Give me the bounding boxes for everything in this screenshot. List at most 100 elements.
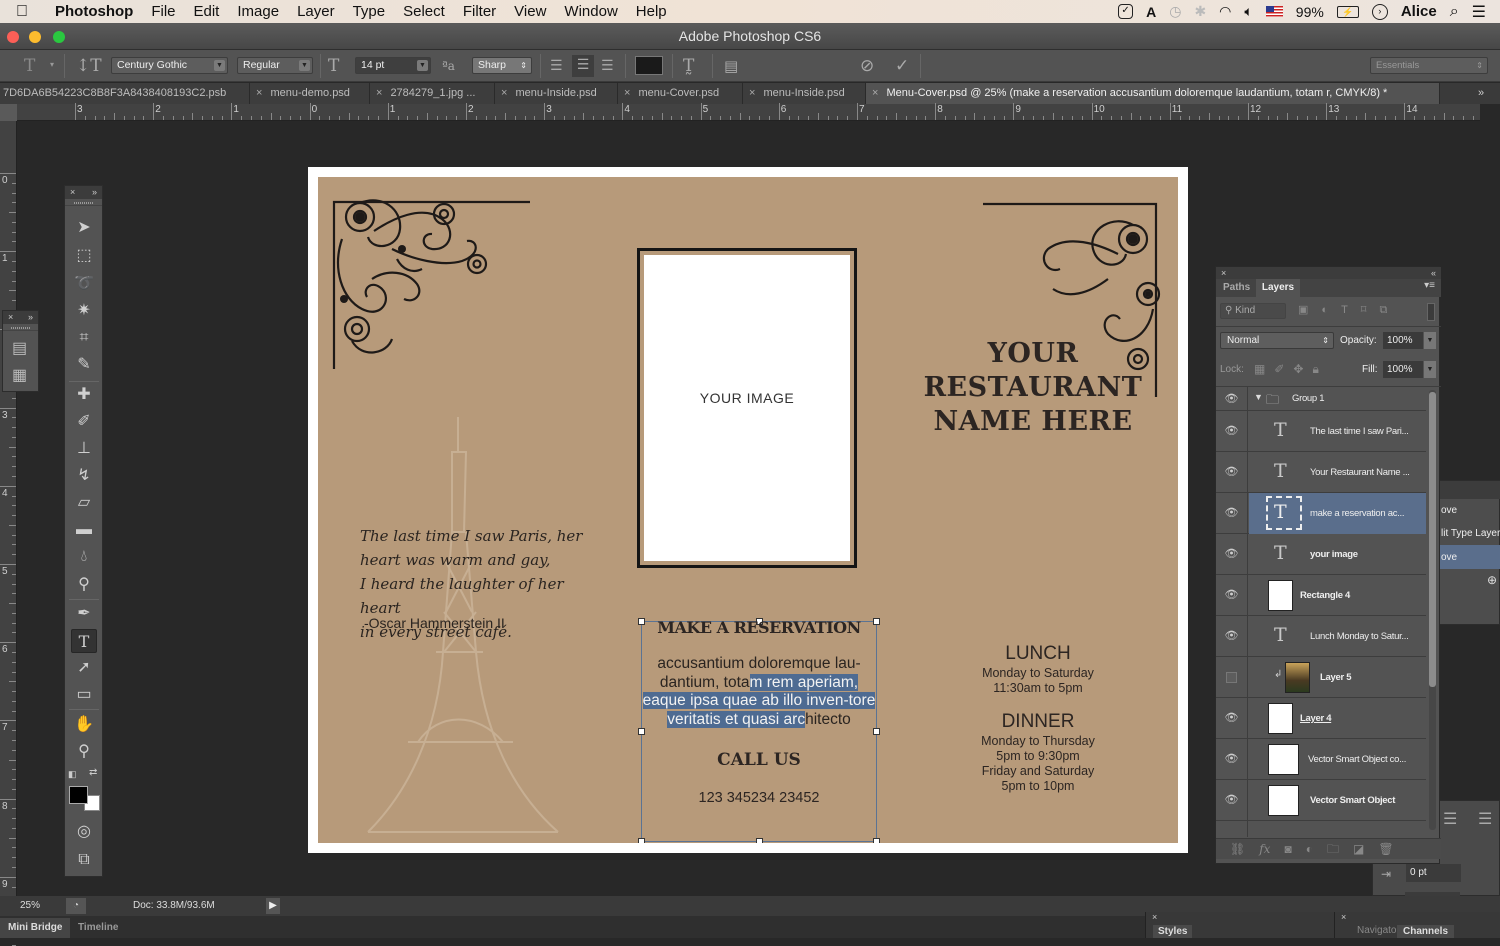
tab-menu-inside-2[interactable]: × menu-Inside.psd bbox=[743, 83, 866, 104]
align-right-icon[interactable]: ☰ bbox=[601, 56, 614, 76]
tab-mini-bridge[interactable]: Mini Bridge bbox=[0, 918, 71, 938]
minimize-window-button[interactable] bbox=[29, 31, 41, 43]
lock-image-icon[interactable]: ✐ bbox=[1274, 362, 1293, 376]
layer-style-fx-icon[interactable]: fx bbox=[1259, 839, 1270, 859]
tab-menu-demo[interactable]: × menu-demo.psd bbox=[250, 83, 370, 104]
foreground-color-swatch[interactable] bbox=[69, 786, 88, 804]
filter-pixel-icon[interactable]: ▣ bbox=[1298, 304, 1321, 316]
close-tab-icon[interactable]: × bbox=[872, 87, 878, 99]
workspace-select[interactable]: Essentials ⇕ bbox=[1370, 57, 1488, 74]
rectangle-tool-icon[interactable]: ▭ bbox=[71, 683, 97, 707]
time-machine-icon[interactable]: ◷ bbox=[1169, 3, 1181, 20]
horizontal-ruler[interactable]: 3 2 1 0 1 2 3 4 5 6 7 8 9 10 11 12 13 14 bbox=[0, 103, 1480, 121]
font-family-select[interactable]: Century Gothic ▼ bbox=[111, 57, 228, 74]
filter-adjustment-icon[interactable]: ◐ bbox=[1321, 304, 1341, 316]
delete-layer-icon[interactable]: 🗑︎ bbox=[1378, 839, 1393, 859]
menu-type[interactable]: Type bbox=[344, 3, 395, 20]
menu-select[interactable]: Select bbox=[394, 3, 454, 20]
layer-row[interactable]: 👁︎ Tyour image bbox=[1216, 534, 1426, 575]
visibility-eye-icon[interactable]: 👁︎ bbox=[1216, 698, 1248, 739]
new-layer-icon[interactable]: ◪ bbox=[1353, 839, 1364, 859]
layer-row[interactable]: 👁︎ Layer 4 bbox=[1216, 698, 1426, 739]
resize-handle[interactable] bbox=[873, 838, 880, 843]
reservation-text[interactable]: accusantium doloremque lau-dantium, tota… bbox=[641, 655, 877, 729]
user-name[interactable]: Alice bbox=[1401, 3, 1437, 20]
layer-row[interactable]: 👁︎ Vector Smart Object co... bbox=[1216, 739, 1426, 780]
pen-tool-icon[interactable]: ✒ bbox=[71, 602, 97, 626]
gradient-tool-icon[interactable]: ▬ bbox=[71, 518, 97, 542]
fill-field[interactable]: 100% bbox=[1383, 361, 1423, 378]
visibility-eye-icon[interactable]: 👁︎ bbox=[1216, 739, 1248, 780]
layer-row[interactable]: 👁︎ T Your Restaurant Name ... bbox=[1216, 452, 1426, 493]
tool-preset-dropdown-icon[interactable]: ▾ bbox=[50, 60, 54, 69]
layer-row[interactable]: 👁︎ Vector Smart Object bbox=[1216, 780, 1426, 821]
resize-handle[interactable] bbox=[638, 838, 645, 843]
new-group-icon[interactable]: 🗀︎ bbox=[1327, 839, 1339, 859]
battery-percent[interactable]: 99% bbox=[1296, 4, 1324, 20]
history-brush-tool-icon[interactable]: ↯ bbox=[71, 464, 97, 488]
close-tab-icon[interactable]: × bbox=[624, 87, 630, 99]
font-size-select[interactable]: 14 pt ▼ bbox=[355, 57, 431, 74]
cancel-edits-icon[interactable]: ⊘ bbox=[860, 56, 874, 76]
tab-jpg[interactable]: × 2784279_1.jpg ... bbox=[370, 83, 495, 104]
resize-handle[interactable] bbox=[873, 728, 880, 735]
menu-edit[interactable]: Edit bbox=[185, 3, 229, 20]
close-tab-icon[interactable]: × bbox=[749, 87, 755, 99]
healing-brush-tool-icon[interactable]: ✚ bbox=[71, 383, 97, 407]
tab-menu-cover[interactable]: × menu-Cover.psd bbox=[618, 83, 743, 104]
bluetooth-icon[interactable]: ✱ bbox=[1194, 3, 1206, 20]
tab-channels[interactable]: Channels bbox=[1397, 925, 1455, 938]
visibility-eye-icon[interactable]: 👁︎ bbox=[1216, 387, 1248, 411]
collapse-panel-icon[interactable]: « bbox=[1431, 267, 1436, 279]
layer-row[interactable]: 👁︎ T The last time I saw Pari... bbox=[1216, 411, 1426, 452]
eraser-tool-icon[interactable]: ▱ bbox=[71, 491, 97, 515]
menu-image[interactable]: Image bbox=[228, 3, 288, 20]
panel-menu-icon[interactable]: ▾≡ bbox=[1424, 280, 1435, 291]
panel-grip[interactable] bbox=[65, 199, 102, 206]
layer-row[interactable]: 👁︎ Rectangle 4 bbox=[1216, 575, 1426, 616]
layer-row-selected[interactable]: 👁︎ Tmake a reservation ac... bbox=[1216, 493, 1426, 534]
layer-row-partial[interactable] bbox=[1216, 821, 1426, 837]
close-panel-icon[interactable]: × bbox=[1152, 912, 1157, 922]
align-center-icon[interactable]: ☰ bbox=[572, 55, 594, 77]
layers-scrollbar[interactable] bbox=[1429, 390, 1436, 830]
close-window-button[interactable] bbox=[7, 31, 19, 43]
link-layers-icon[interactable]: ⛓ bbox=[1230, 839, 1245, 859]
tab-navigator[interactable]: Navigator bbox=[1357, 925, 1400, 936]
resize-handle[interactable] bbox=[638, 728, 645, 735]
close-tab-icon[interactable]: × bbox=[376, 87, 382, 99]
blur-tool-icon[interactable]: 💧︎ bbox=[71, 545, 97, 569]
history-item[interactable]: lit Type Layer bbox=[1441, 528, 1500, 539]
lock-transparent-icon[interactable]: ▦ bbox=[1254, 362, 1274, 376]
tab-menu-cover-active[interactable]: × Menu-Cover.psd @ 25% (make a reservatio… bbox=[866, 83, 1440, 104]
antialias-select[interactable]: Sharp ⇕ bbox=[472, 57, 532, 74]
visibility-eye-icon[interactable]: 👁︎ bbox=[1216, 780, 1248, 821]
ruler-origin[interactable] bbox=[0, 104, 17, 121]
menu-app-name[interactable]: Photoshop bbox=[46, 3, 142, 20]
history-item[interactable]: ove bbox=[1441, 505, 1457, 516]
justify-all-icon[interactable]: ☰ bbox=[1478, 809, 1492, 829]
layer-row[interactable]: ↲ Layer 5 bbox=[1216, 657, 1426, 698]
tab-layers[interactable]: Layers bbox=[1256, 279, 1300, 297]
us-flag-icon[interactable] bbox=[1265, 6, 1283, 17]
notes-panel-icon[interactable]: ▦ bbox=[12, 365, 27, 385]
clone-stamp-tool-icon[interactable]: ⊥ bbox=[71, 437, 97, 461]
crop-tool-icon[interactable]: ⌗ bbox=[71, 326, 97, 350]
adobe-icon[interactable]: A bbox=[1146, 4, 1156, 20]
magic-wand-tool-icon[interactable]: ✷ bbox=[71, 299, 97, 323]
document-canvas[interactable]: The last time I saw Paris, her heart was… bbox=[308, 167, 1188, 853]
more-tabs-icon[interactable]: » bbox=[1478, 83, 1484, 104]
wifi-icon[interactable]: ◠ bbox=[1219, 3, 1231, 20]
filter-kind-select[interactable]: ⚲ Kind bbox=[1220, 303, 1286, 319]
path-selection-tool-icon[interactable]: ➚ bbox=[71, 656, 97, 680]
lock-position-icon[interactable]: ✥ bbox=[1293, 362, 1312, 376]
resize-handle[interactable] bbox=[756, 838, 763, 843]
close-tab-icon[interactable]: × bbox=[256, 87, 262, 99]
marquee-tool-icon[interactable]: ⬚ bbox=[71, 244, 97, 268]
history-item-selected[interactable]: ove bbox=[1441, 552, 1457, 563]
siri-icon[interactable]: › bbox=[1371, 3, 1388, 20]
menu-window[interactable]: Window bbox=[555, 3, 626, 20]
visibility-toggle-off[interactable] bbox=[1216, 657, 1248, 698]
hand-tool-icon[interactable]: ✋ bbox=[71, 713, 97, 737]
lasso-tool-icon[interactable]: ➰ bbox=[71, 272, 97, 296]
